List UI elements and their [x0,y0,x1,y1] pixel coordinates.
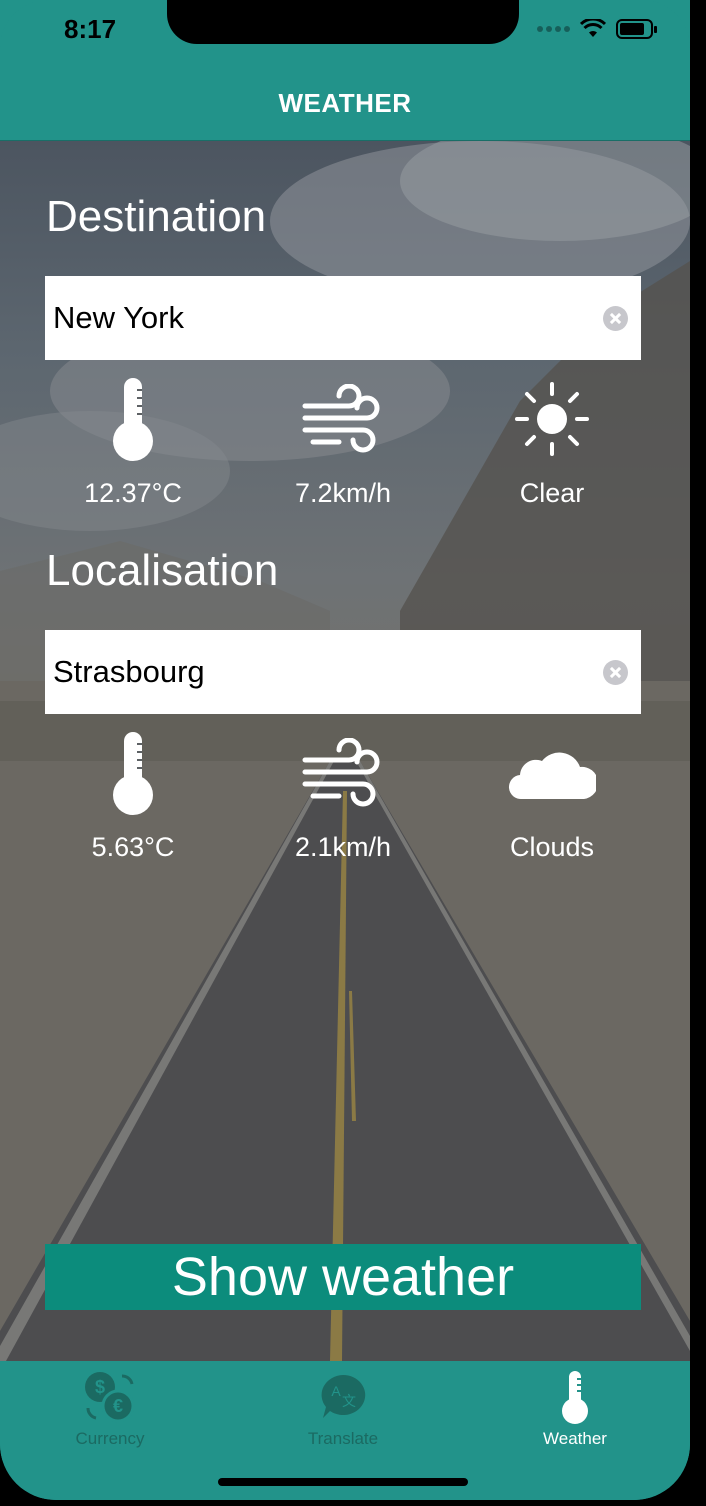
tab-weather[interactable]: Weather [500,1369,650,1449]
destination-temperature: 12.37°C [33,372,233,509]
localisation-temperature-value: 5.63°C [91,832,175,862]
thermometer-icon [562,1371,588,1424]
clear-destination-icon[interactable] [603,305,628,331]
localisation-condition-value: Clouds [509,832,595,862]
thermometer-icon [113,378,153,461]
tab-translate[interactable]: A 文 Translate [268,1369,418,1449]
localisation-city-field[interactable]: Strasbourg [45,630,641,714]
destination-condition: Clear [452,372,652,509]
home-indicator[interactable] [218,1478,468,1486]
tab-currency[interactable]: $ € Currency [35,1369,185,1449]
status-time: 8:17 [64,14,117,44]
localisation-title: Localisation [46,546,279,595]
show-weather-button[interactable]: Show weather [45,1244,641,1310]
cloud-icon [509,752,596,800]
destination-title: Destination [46,192,267,241]
sun-icon [515,382,589,456]
localisation-condition: Clouds [452,726,652,863]
wind-icon [302,384,380,453]
svg-text:$: $ [95,1377,105,1397]
tab-weather-label: Weather [543,1429,607,1448]
translate-icon: A 文 [321,1374,366,1418]
localisation-city-value: Strasbourg [53,654,205,689]
page-title: WEATHER [278,88,412,118]
destination-wind: 7.2km/h [243,372,443,509]
tab-translate-label: Translate [307,1429,379,1448]
wind-icon [302,738,380,807]
tab-currency-label: Currency [75,1429,145,1448]
localisation-wind-value: 2.1km/h [294,832,392,862]
svg-text:€: € [113,1396,123,1416]
destination-temperature-value: 12.37°C [84,478,182,508]
thermometer-icon [113,732,153,815]
localisation-temperature: 5.63°C [33,726,233,863]
svg-text:A: A [331,1383,341,1399]
battery-icon [616,19,657,39]
clear-localisation-icon[interactable] [603,659,628,685]
signal-dots-icon [537,26,570,32]
device-notch [167,0,519,44]
svg-text:文: 文 [342,1393,356,1409]
destination-condition-value: Clear [519,478,585,508]
wifi-icon [580,19,606,37]
destination-city-value: New York [53,300,184,335]
localisation-wind: 2.1km/h [243,726,443,863]
destination-wind-value: 7.2km/h [294,478,392,508]
app-screen: 8:17 WEATHER Destination New York 12.37°… [0,0,690,1500]
status-icons [537,18,658,40]
destination-city-field[interactable]: New York [45,276,641,360]
currency-exchange-icon: $ € [85,1372,135,1423]
